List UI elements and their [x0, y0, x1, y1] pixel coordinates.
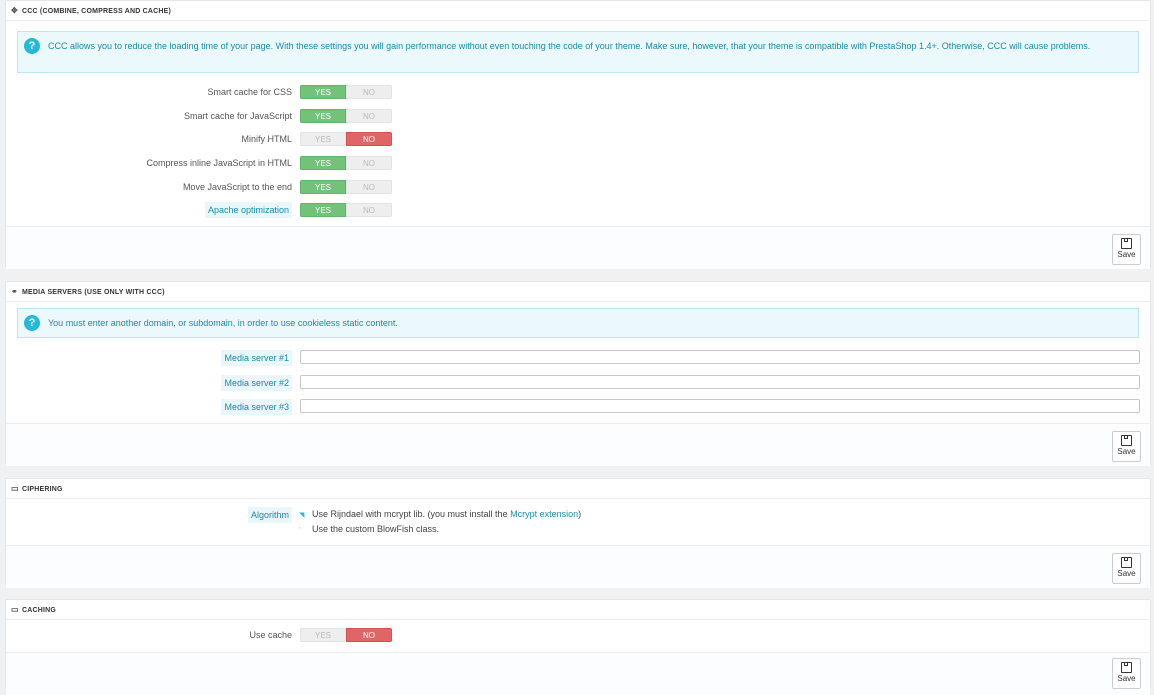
- blowfish-option-text: Use the custom BlowFish class.: [312, 524, 440, 534]
- option-label-hint[interactable]: Apache optimization: [204, 202, 292, 218]
- media-server-row: Media server #2: [6, 375, 1150, 391]
- caching-panel-footer: Save: [6, 652, 1150, 695]
- media-server-3-input[interactable]: [300, 399, 1140, 413]
- algorithm-label[interactable]: Algorithm: [247, 507, 292, 523]
- ccc-info-alert: ? CCC allows you to reduce the loading t…: [17, 31, 1139, 73]
- option-row: Apache optimization YES NO: [6, 202, 1150, 218]
- yes-option[interactable]: YES: [300, 132, 346, 146]
- save-label: Save: [1117, 447, 1136, 456]
- option-label: Move JavaScript to the end: [182, 182, 292, 192]
- floppy-disk-icon: [1121, 662, 1132, 673]
- media-panel-heading: ⚭ MEDIA SERVERS (USE ONLY WITH CCC): [6, 282, 1150, 302]
- no-option[interactable]: NO: [346, 203, 392, 217]
- option-label: Compress inline JavaScript in HTML: [146, 158, 292, 168]
- ciphering-panel: ▭ CIPHERING Algorithm ◥ Use Rijndael with …: [5, 478, 1151, 588]
- smart-cache-css-switch[interactable]: YES NO: [300, 85, 392, 99]
- media-server-1-input[interactable]: [300, 350, 1140, 364]
- save-label: Save: [1117, 674, 1136, 683]
- media-server-row: Media server #3: [6, 399, 1150, 415]
- option-label: Minify HTML: [241, 134, 292, 144]
- smart-cache-js-switch[interactable]: YES NO: [300, 109, 392, 123]
- media-servers-panel: ⚭ MEDIA SERVERS (USE ONLY WITH CCC) ? You…: [5, 281, 1151, 466]
- media-info-alert: ? You must enter another domain, or subd…: [17, 308, 1139, 338]
- save-label: Save: [1117, 250, 1136, 259]
- use-cache-label: Use cache: [249, 630, 292, 640]
- save-button[interactable]: Save: [1112, 658, 1141, 689]
- save-label: Save: [1117, 569, 1136, 578]
- caching-panel-heading: ▭ CACHING: [6, 600, 1150, 620]
- save-button[interactable]: Save: [1112, 553, 1141, 584]
- help-circle-icon: ?: [24, 38, 40, 54]
- ccc-panel-footer: Save: [6, 226, 1150, 269]
- yes-option[interactable]: YES: [300, 180, 346, 194]
- option-row: Smart cache for JavaScript YES NO: [6, 108, 1150, 124]
- ccc-panel-title: CCC (COMBINE, COMPRESS AND CACHE): [22, 8, 172, 15]
- no-option[interactable]: NO: [346, 628, 392, 642]
- blowfish-radio-option[interactable]: ' Use the custom BlowFish class.: [299, 523, 439, 536]
- ccc-panel-heading: ✥ CCC (COMBINE, COMPRESS AND CACHE): [6, 1, 1150, 21]
- media-server-row: Media server #1: [6, 350, 1150, 366]
- ccc-panel: ✥ CCC (COMBINE, COMPRESS AND CACHE) ? CCC…: [5, 0, 1151, 269]
- option-row: Smart cache for CSS YES NO: [6, 84, 1150, 100]
- yes-option[interactable]: YES: [300, 85, 346, 99]
- caching-panel: ▭ CACHING Use cache YES NO Save: [5, 599, 1151, 695]
- no-option[interactable]: NO: [346, 85, 392, 99]
- floppy-disk-icon: [1121, 238, 1132, 249]
- floppy-disk-icon: [1121, 557, 1132, 568]
- ccc-info-text: CCC allows you to reduce the loading tim…: [48, 41, 1091, 51]
- yes-option[interactable]: YES: [300, 156, 346, 170]
- caching-panel-title: CACHING: [22, 607, 57, 614]
- move-arrows-icon: ✥: [11, 6, 18, 15]
- monitor-icon: ▭: [11, 484, 19, 493]
- radio-unselected-icon[interactable]: ': [299, 524, 305, 537]
- radio-selected-icon[interactable]: ◥: [299, 509, 305, 522]
- save-button[interactable]: Save: [1112, 431, 1141, 462]
- option-row: Minify HTML YES NO: [6, 131, 1150, 147]
- media-panel-footer: Save: [6, 423, 1150, 466]
- option-label: Smart cache for CSS: [207, 87, 292, 97]
- use-cache-switch[interactable]: YES NO: [300, 628, 392, 642]
- yes-option[interactable]: YES: [300, 203, 346, 217]
- floppy-disk-icon: [1121, 435, 1132, 446]
- option-label: Smart cache for JavaScript: [183, 111, 292, 121]
- media-panel-title: MEDIA SERVERS (USE ONLY WITH CCC): [22, 289, 165, 296]
- rijndael-radio-option[interactable]: ◥ Use Rijndael with mcrypt lib. (you must…: [299, 508, 581, 521]
- mcrypt-extension-link[interactable]: Mcrypt extension: [510, 509, 578, 519]
- yes-option[interactable]: YES: [300, 628, 346, 642]
- ciphering-panel-title: CIPHERING: [22, 486, 63, 493]
- no-option[interactable]: NO: [346, 156, 392, 170]
- link-icon: ⚭: [11, 287, 18, 296]
- media-server-label[interactable]: Media server #2: [221, 375, 292, 391]
- monitor-icon: ▭: [11, 605, 19, 614]
- rijndael-option-suffix: ): [578, 509, 582, 519]
- save-button[interactable]: Save: [1112, 234, 1141, 265]
- help-circle-icon: ?: [24, 315, 40, 331]
- use-cache-row: Use cache YES NO: [6, 627, 1150, 643]
- move-js-end-switch[interactable]: YES NO: [300, 180, 392, 194]
- media-server-label[interactable]: Media server #3: [221, 399, 292, 415]
- compress-inline-js-switch[interactable]: YES NO: [300, 156, 392, 170]
- no-option[interactable]: NO: [346, 109, 392, 123]
- media-server-2-input[interactable]: [300, 375, 1140, 389]
- ciphering-panel-heading: ▭ CIPHERING: [6, 479, 1150, 499]
- apache-optimization-switch[interactable]: YES NO: [300, 203, 392, 217]
- media-server-label[interactable]: Media server #1: [221, 350, 292, 366]
- no-option[interactable]: NO: [346, 180, 392, 194]
- option-row: Move JavaScript to the end YES NO: [6, 179, 1150, 195]
- option-row: Compress inline JavaScript in HTML YES N…: [6, 155, 1150, 171]
- media-info-text: You must enter another domain, or subdom…: [48, 318, 398, 328]
- ciphering-panel-footer: Save: [6, 545, 1150, 588]
- minify-html-switch[interactable]: YES NO: [300, 132, 392, 146]
- no-option[interactable]: NO: [346, 132, 392, 146]
- rijndael-option-text: Use Rijndael with mcrypt lib. (you must …: [312, 509, 511, 519]
- yes-option[interactable]: YES: [300, 109, 346, 123]
